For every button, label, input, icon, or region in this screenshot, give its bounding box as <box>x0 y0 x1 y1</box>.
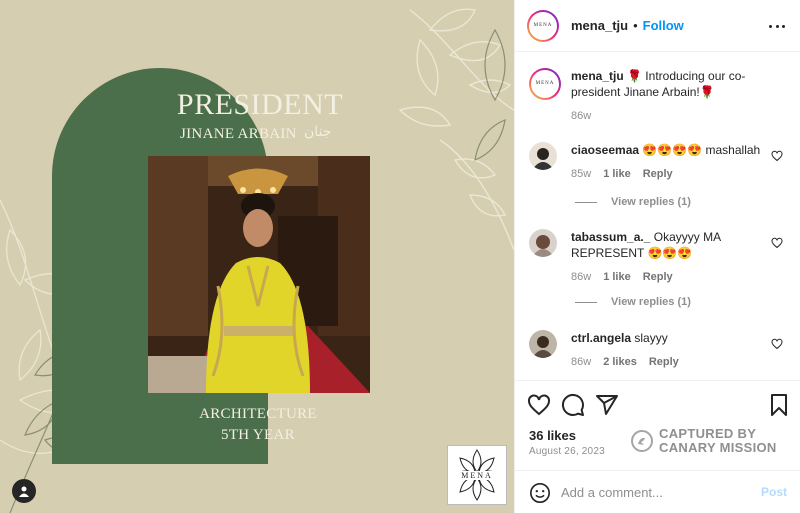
post-actions: 36 likes August 26, 2023 CAPTURED BY CAN… <box>515 380 800 470</box>
comment-likes[interactable]: 1 like <box>603 269 631 285</box>
comments-list[interactable]: MENA mena_tju 🌹 Introducing our co-presi… <box>515 53 800 380</box>
president-photo <box>148 156 370 393</box>
comment-time: 86w <box>571 271 592 283</box>
comment-time: 85w <box>571 168 592 180</box>
commenter-avatar[interactable] <box>529 229 557 257</box>
canary-bird-icon <box>631 430 653 452</box>
poster-name: JINANE ARBAIN <box>180 126 297 142</box>
commenter-avatar[interactable] <box>529 330 557 358</box>
caption-body: mena_tju 🌹 Introducing our co-president … <box>571 68 781 124</box>
comment-likes[interactable]: 2 likes <box>603 354 637 370</box>
comment-like-icon[interactable] <box>771 237 783 249</box>
likes-count[interactable]: 36 likes <box>529 428 576 443</box>
poster-major-line2: 5TH YEAR <box>221 427 295 443</box>
header-username[interactable]: mena_tju <box>571 18 628 33</box>
more-options-icon[interactable] <box>769 18 785 34</box>
header-avatar[interactable]: MENA <box>527 10 559 42</box>
comment-item: ctrl.angela slayyy 86w 2 likes Reply <box>529 330 789 370</box>
reply-button[interactable]: Reply <box>643 269 673 285</box>
comment-time: 86w <box>571 356 592 368</box>
heart-icon[interactable] <box>527 393 551 417</box>
poster-major: ARCHITECTURE 5TH YEAR <box>180 404 336 446</box>
header-separator: • <box>633 18 638 33</box>
comment-item: ciaoseemaa 😍😍😍😍 mashallah 85w 1 like Rep… <box>529 142 789 182</box>
commenter-avatar[interactable] <box>529 142 557 170</box>
add-comment-bar: Post <box>515 470 800 513</box>
logo-text: MENA <box>448 471 506 480</box>
watermark-line2: CANARY MISSION <box>659 440 777 455</box>
reply-button[interactable]: Reply <box>649 354 679 370</box>
caption-time: 86w <box>571 110 592 122</box>
post-date: August 26, 2023 <box>529 446 605 457</box>
share-icon[interactable] <box>595 393 619 417</box>
comment-like-icon[interactable] <box>771 338 783 350</box>
caption-avatar[interactable]: MENA <box>529 68 561 100</box>
view-replies-label: View replies (1) <box>611 196 691 208</box>
mena-logo: MENA <box>447 445 507 505</box>
post-button[interactable]: Post <box>761 485 787 499</box>
comment-icon[interactable] <box>561 393 585 417</box>
comment-username[interactable]: tabassum_a._ <box>571 230 650 244</box>
comment-likes[interactable]: 1 like <box>603 166 631 182</box>
poster-major-line1: ARCHITECTURE <box>199 406 317 422</box>
bookmark-icon[interactable] <box>767 393 791 417</box>
canary-mission-watermark: CAPTURED BY CANARY MISSION <box>631 427 777 455</box>
poster-name-arabic: جنان <box>304 124 332 140</box>
comment-text: 😍😍😍😍 mashallah <box>642 143 761 157</box>
avatar-text: MENA <box>535 81 555 86</box>
view-replies-label: View replies (1) <box>611 296 691 308</box>
user-icon <box>19 486 29 497</box>
comment-input[interactable] <box>561 481 741 503</box>
comment-username[interactable]: ciaoseemaa <box>571 143 639 157</box>
view-replies-button[interactable]: View replies (1) <box>575 196 691 208</box>
caption-username[interactable]: mena_tju <box>571 69 624 83</box>
watermark-line1: CAPTURED BY <box>659 426 757 441</box>
post-side-panel: MENA mena_tju • Follow MENA mena_tju 🌹 I… <box>514 0 800 513</box>
tagged-users-button[interactable] <box>12 479 36 503</box>
reply-button[interactable]: Reply <box>643 166 673 182</box>
comment-username[interactable]: ctrl.angela <box>571 331 631 345</box>
post-image[interactable]: PRESIDENT JINANE ARBAIN جنان ARCHITECTUR… <box>0 0 514 513</box>
poster-title: PRESIDENT <box>176 88 344 121</box>
emoji-icon[interactable] <box>529 482 551 504</box>
view-replies-button[interactable]: View replies (1) <box>575 296 691 308</box>
comment-text: slayyy <box>634 331 668 345</box>
follow-button[interactable]: Follow <box>643 18 684 33</box>
comment-item: tabassum_a._ Okayyyy MA REPRESENT 😍😍😍 86… <box>529 229 789 285</box>
comment-like-icon[interactable] <box>771 150 783 162</box>
caption: MENA mena_tju 🌹 Introducing our co-presi… <box>529 68 789 128</box>
post-header: MENA mena_tju • Follow <box>515 0 800 52</box>
avatar-text: MENA <box>533 23 553 28</box>
